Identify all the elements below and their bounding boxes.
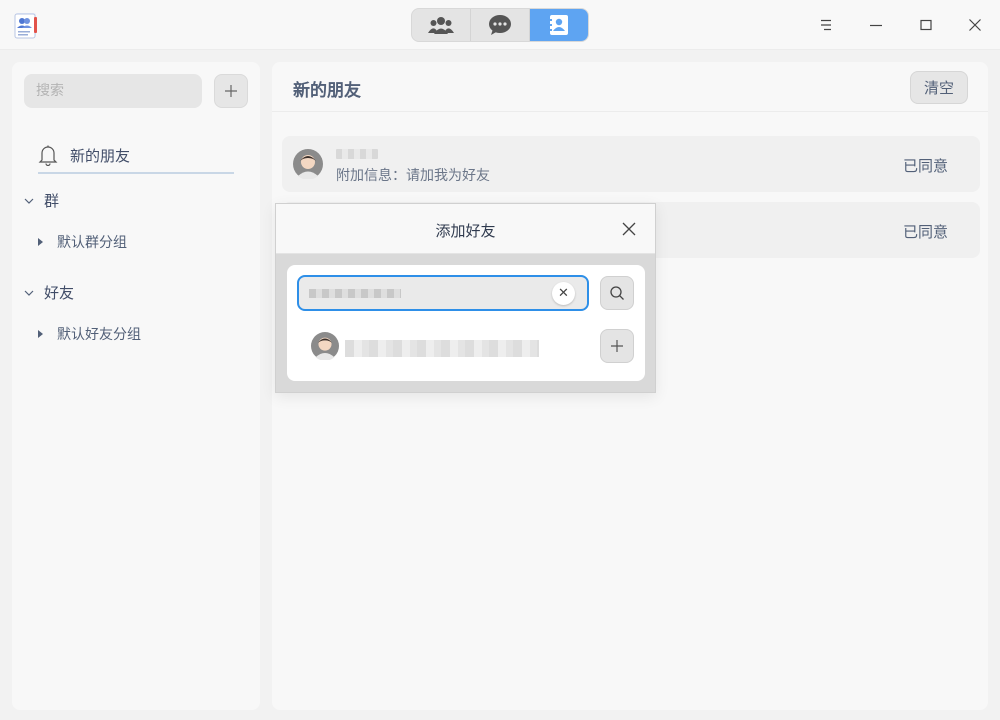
main-tab-bar [411,8,589,42]
close-icon[interactable] [621,221,637,237]
chats-tab[interactable] [471,9,530,41]
contact-card-icon [548,15,568,35]
clear-input-icon[interactable]: ✕ [552,282,575,305]
title-bar [0,0,1000,50]
section-label: 好友 [44,284,75,302]
request-message: 附加信息：请加我为好友 [336,168,490,184]
avatar [311,332,339,360]
search-input[interactable]: 搜索 [24,74,202,108]
requester-name-redacted [336,149,378,159]
sidebar-item-label: 默认好友分组 [57,327,141,343]
friend-search-input[interactable]: ✕ [297,275,589,311]
bell-icon [38,145,58,166]
chevron-down-icon [22,289,36,297]
dialog-title: 添加好友 [435,222,496,240]
sidebar-item-label: 新的朋友 [70,146,131,165]
menu-icon[interactable] [814,13,838,37]
plus-icon [611,340,623,352]
chevron-down-icon [22,197,36,205]
dialog-body: ✕ [287,265,645,381]
section-groups[interactable]: 群 [22,190,59,211]
section-label: 群 [44,192,60,210]
maximize-icon[interactable] [914,13,938,37]
triangle-right-icon [38,330,43,338]
add-friend-dialog: 添加好友 ✕ [275,203,656,393]
sidebar-item-new-friends[interactable]: 新的朋友 [38,138,234,174]
search-icon [610,286,624,300]
sidebar: 搜索 新的朋友 群 默认群分组 好友 默认好友分组 [12,62,260,710]
section-friends[interactable]: 好友 [22,282,74,303]
triangle-right-icon [38,238,43,246]
page-title: 新的朋友 [293,81,361,101]
contacts-tab[interactable] [530,9,588,41]
panel-header: 新的朋友 清空 [272,62,988,112]
friend-request-row[interactable]: 附加信息：请加我为好友 已同意 [282,136,980,192]
status-label: 已同意 [902,223,948,241]
contacts-app-icon [14,13,37,39]
groups-tab[interactable] [412,9,471,41]
add-button[interactable] [214,74,248,108]
dialog-header: 添加好友 [276,204,655,254]
people-icon [428,17,454,34]
avatar [293,149,323,179]
sidebar-item-default-friends[interactable]: 默认好友分组 [38,324,141,344]
search-value-redacted [309,289,401,298]
result-name-redacted [345,340,539,357]
sidebar-item-label: 默认群分组 [57,235,127,251]
add-friend-button[interactable] [600,329,634,363]
close-icon[interactable] [963,13,987,37]
sidebar-item-default-group[interactable]: 默认群分组 [38,232,127,252]
status-label: 已同意 [902,157,948,175]
clear-button[interactable]: 清空 [910,71,968,104]
chat-bubble-icon [489,15,511,35]
plus-icon [225,85,237,97]
search-button[interactable] [600,276,634,310]
minimize-icon[interactable] [864,13,888,37]
